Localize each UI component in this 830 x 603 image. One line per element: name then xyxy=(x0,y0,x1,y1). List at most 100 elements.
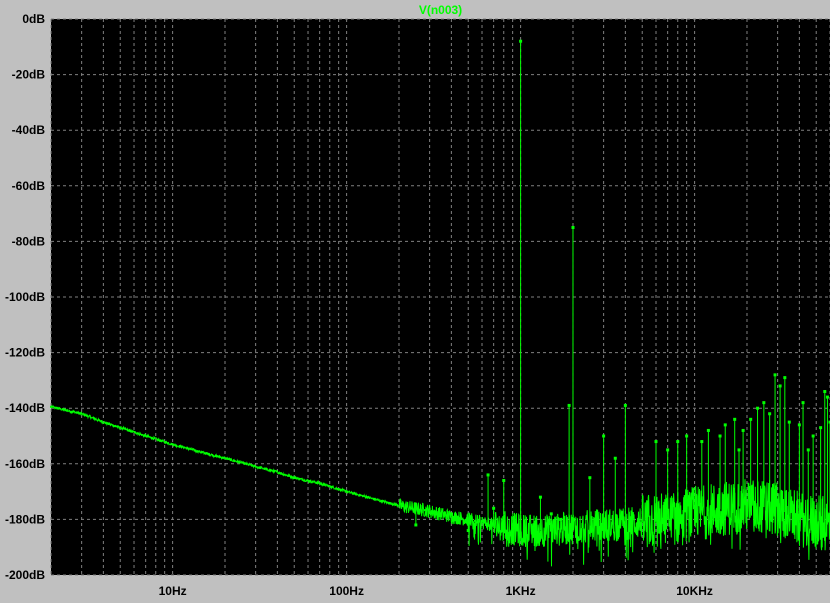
y-axis-ticks: 0dB -20dB -40dB -60dB -80dB -100dB -120dB -140d… xyxy=(5,12,45,582)
trace-point xyxy=(380,500,383,503)
trace-point xyxy=(452,515,455,518)
trace-point xyxy=(344,490,347,493)
peak-marker xyxy=(685,434,689,438)
peak-marker xyxy=(700,440,704,444)
plot-area[interactable]: 0dB -20dB -40dB -60dB -80dB -100dB -120dB -140d… xyxy=(0,0,830,603)
peak-marker xyxy=(602,434,606,438)
y-tick-label: -140dB xyxy=(5,401,45,415)
trace-point xyxy=(50,405,52,408)
peak-marker xyxy=(756,406,760,410)
peak-marker xyxy=(768,412,772,416)
peak-marker xyxy=(549,512,553,516)
peak-marker xyxy=(706,428,710,432)
trace-point xyxy=(164,441,167,444)
trace-point xyxy=(157,439,160,442)
peak-marker xyxy=(823,390,827,394)
x-tick-label: 100Hz xyxy=(329,584,364,598)
trace-point xyxy=(394,503,397,506)
peak-marker xyxy=(519,39,523,43)
trace-point xyxy=(337,488,340,491)
trace-point xyxy=(409,506,412,509)
peak-marker xyxy=(588,476,592,480)
trace-point xyxy=(358,494,361,497)
y-tick-label: -160dB xyxy=(5,457,45,471)
trace-point xyxy=(100,420,103,423)
trace-point xyxy=(445,514,448,517)
trace-point xyxy=(236,460,239,463)
trace-point xyxy=(179,445,182,448)
trace-point xyxy=(208,453,211,456)
trace-point xyxy=(373,498,376,501)
peak-marker xyxy=(723,423,727,427)
trace-point xyxy=(200,451,203,454)
peak-marker xyxy=(492,506,496,510)
peak-marker xyxy=(811,434,815,438)
peak-marker xyxy=(733,417,737,421)
trace-point xyxy=(473,519,476,522)
peak-marker xyxy=(676,440,680,444)
x-axis-ticks: 10Hz 100Hz 1KHz 10KHz xyxy=(159,584,713,598)
x-tick-label: 10KHz xyxy=(676,584,713,598)
y-tick-label: 0dB xyxy=(22,12,45,26)
peak-marker xyxy=(783,376,787,380)
trace-point xyxy=(222,456,225,459)
trace-title[interactable]: V(n003) xyxy=(419,3,462,17)
peak-marker xyxy=(762,401,766,405)
trace-point xyxy=(136,432,139,435)
y-tick-label: -60dB xyxy=(12,179,46,193)
trace-point xyxy=(459,517,462,520)
peak-marker xyxy=(559,517,563,521)
peak-marker xyxy=(737,448,741,452)
trace-point xyxy=(387,501,390,504)
peak-marker xyxy=(567,403,571,407)
peak-marker xyxy=(414,523,418,527)
peak-marker xyxy=(449,512,453,516)
trace-point xyxy=(243,462,246,465)
trace-point xyxy=(150,436,153,439)
y-tick-label: -120dB xyxy=(5,346,45,360)
trace-point xyxy=(315,481,318,484)
x-tick-label: 1KHz xyxy=(506,584,536,598)
peak-marker xyxy=(654,440,658,444)
trace-point xyxy=(71,410,74,413)
trace-point xyxy=(265,468,268,471)
peak-marker xyxy=(502,478,506,482)
trace-point xyxy=(143,434,146,437)
trace-point xyxy=(366,496,369,499)
y-tick-label: -40dB xyxy=(12,123,46,137)
peak-marker xyxy=(666,448,670,452)
peak-marker xyxy=(806,448,810,452)
peak-marker xyxy=(773,373,777,377)
trace-point xyxy=(401,505,404,508)
trace-point xyxy=(351,492,354,495)
y-tick-label: -200dB xyxy=(5,568,45,582)
peak-marker xyxy=(741,428,745,432)
trace-point xyxy=(93,417,96,420)
peak-marker xyxy=(801,401,805,405)
x-tick-label: 10Hz xyxy=(159,584,187,598)
trace-point xyxy=(294,476,297,479)
trace-point xyxy=(287,474,290,477)
peak-marker xyxy=(825,395,829,399)
peak-marker xyxy=(613,456,617,460)
trace-point xyxy=(215,454,218,457)
y-tick-label: -20dB xyxy=(12,68,46,82)
trace-point xyxy=(416,507,419,510)
peak-marker xyxy=(749,417,753,421)
trace-point xyxy=(186,447,189,450)
trace-point xyxy=(193,449,196,452)
trace-point xyxy=(437,512,440,515)
trace-point xyxy=(229,458,232,461)
y-tick-label: -100dB xyxy=(5,290,45,304)
trace-point xyxy=(330,485,333,488)
peak-marker xyxy=(778,384,782,388)
trace-point xyxy=(107,422,110,425)
y-tick-label: -80dB xyxy=(12,234,46,248)
trace-point xyxy=(308,480,311,483)
trace-point xyxy=(85,414,88,417)
peak-marker xyxy=(466,529,470,533)
trace-point xyxy=(129,429,132,432)
trace-point xyxy=(172,443,175,446)
peak-marker xyxy=(538,495,542,499)
trace-point xyxy=(78,412,81,415)
